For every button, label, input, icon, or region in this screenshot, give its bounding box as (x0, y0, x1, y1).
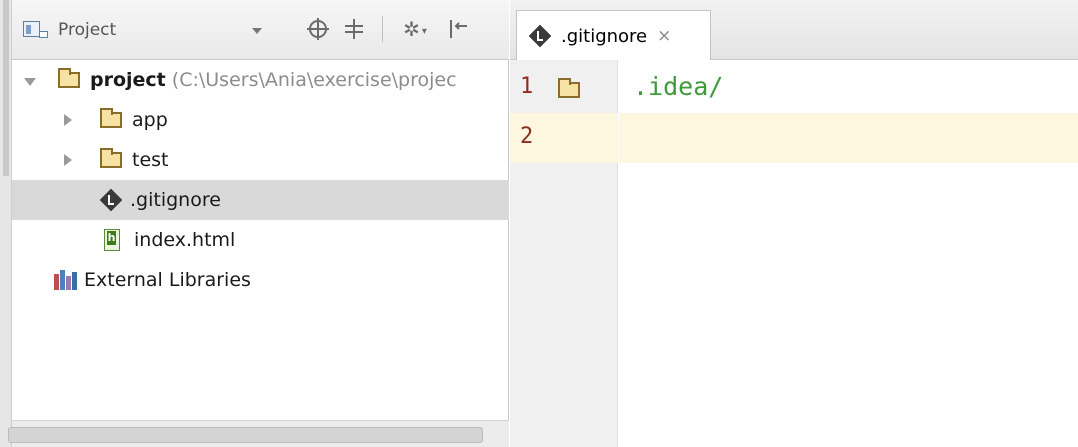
tree-node-app[interactable]: app (12, 100, 509, 140)
editor-tab-bar: .gitignore × (510, 0, 1078, 61)
expand-toggle[interactable] (24, 69, 38, 91)
close-tab-icon[interactable]: × (657, 26, 671, 46)
expand-toggle[interactable] (64, 149, 78, 171)
chevron-down-icon (252, 28, 262, 34)
project-view-selector[interactable]: Project (22, 14, 268, 46)
project-view-label: Project (58, 20, 117, 40)
left-tool-strip (0, 0, 12, 447)
project-tree: project (C:\Users\Ania\exercise\projec a… (12, 60, 509, 420)
project-view-icon (22, 20, 48, 40)
tree-node-label: project (90, 69, 166, 91)
toolbar-separator (382, 16, 383, 42)
tree-node-label: test (132, 149, 169, 171)
tree-node-external-libraries[interactable]: External Libraries (12, 260, 509, 300)
tree-node-test[interactable]: test (12, 140, 509, 180)
tab-label: .gitignore (561, 25, 648, 47)
tree-node-label: app (132, 109, 168, 131)
tree-node-project[interactable]: project (C:\Users\Ania\exercise\projec (12, 60, 509, 100)
folder-icon (58, 68, 80, 88)
editor-area: .gitignore × 1 2 .idea/ (510, 0, 1078, 447)
collapse-all-icon[interactable] (342, 17, 366, 41)
horizontal-scrollbar-thumb[interactable] (8, 427, 483, 443)
html-file-icon (104, 229, 120, 251)
folder-icon (100, 108, 122, 128)
gear-icon[interactable]: ✲ ▾ (398, 17, 432, 41)
editor-gutter: 1 2 (510, 60, 618, 447)
crosshair-icon[interactable] (306, 17, 330, 41)
tab-gitignore[interactable]: .gitignore × (516, 10, 711, 61)
expanded-arrow-icon (24, 78, 36, 86)
hide-panel-icon[interactable] (446, 17, 470, 41)
tree-node-gitignore[interactable]: .gitignore (12, 180, 509, 220)
folder-icon (558, 78, 580, 98)
tree-node-label: .gitignore (130, 189, 221, 211)
line-number: 2 (520, 124, 534, 149)
collapsed-arrow-icon (64, 154, 72, 166)
collapsed-arrow-icon (64, 114, 72, 126)
expand-toggle[interactable] (64, 109, 78, 131)
tree-node-index-html[interactable]: index.html (12, 220, 509, 260)
git-file-icon (528, 24, 552, 48)
project-panel-header: Project ✲ ▾ (12, 0, 509, 60)
tree-node-label: External Libraries (84, 269, 251, 291)
code-line: .idea/ (633, 72, 724, 101)
tool-strip-highlight (3, 0, 9, 176)
code-editor[interactable]: .idea/ (619, 60, 1078, 447)
line-number: 1 (520, 74, 534, 99)
project-tool-window: Project ✲ ▾ project (C:\Users\Ania\exerc… (0, 0, 509, 447)
libraries-icon (54, 270, 78, 290)
caret-line-highlight (619, 113, 1078, 163)
folder-icon (100, 148, 122, 168)
tree-node-label: index.html (134, 229, 236, 251)
project-path: (C:\Users\Ania\exercise\projec (171, 69, 457, 91)
git-file-icon (99, 188, 123, 212)
